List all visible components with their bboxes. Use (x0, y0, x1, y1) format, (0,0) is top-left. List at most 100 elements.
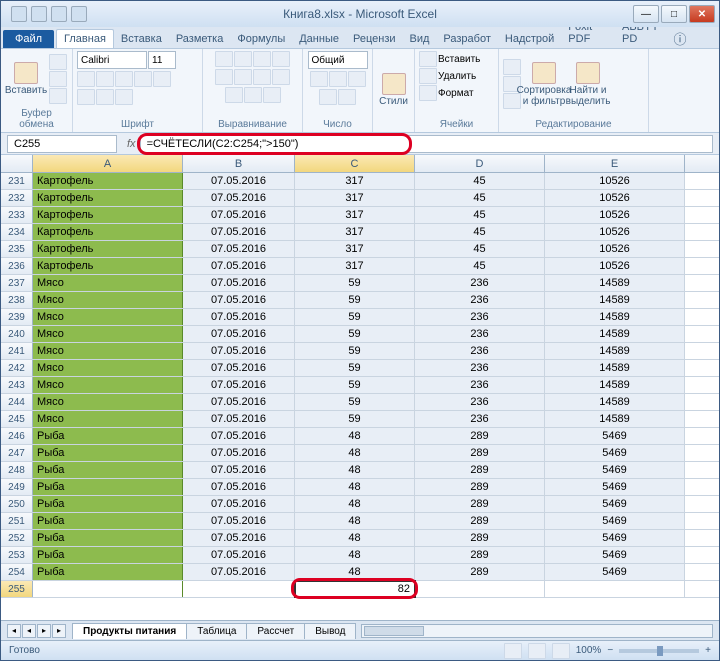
indent-decrease-icon[interactable] (225, 87, 243, 103)
cell[interactable]: 59 (295, 343, 415, 359)
cell[interactable]: 289 (415, 462, 545, 478)
cell[interactable]: Рыба (33, 428, 183, 444)
cell[interactable]: 236 (415, 360, 545, 376)
row-header[interactable]: 232 (1, 190, 33, 206)
sheet-tab-calc[interactable]: Рассчет (246, 623, 305, 639)
cell[interactable]: 14589 (545, 326, 685, 342)
cell[interactable]: 07.05.2016 (183, 224, 295, 240)
cell[interactable]: 14589 (545, 343, 685, 359)
cell[interactable]: 14589 (545, 411, 685, 427)
cell[interactable]: 59 (295, 275, 415, 291)
cell[interactable]: 236 (415, 377, 545, 393)
cell[interactable]: 289 (415, 496, 545, 512)
row-header[interactable]: 255 (1, 581, 33, 597)
cell[interactable] (183, 581, 295, 597)
cell[interactable]: 236 (415, 292, 545, 308)
view-normal-icon[interactable] (504, 643, 522, 659)
scrollbar-thumb[interactable] (364, 626, 424, 636)
align-left-icon[interactable] (215, 69, 233, 85)
cell[interactable]: 59 (295, 394, 415, 410)
cell[interactable]: 10526 (545, 173, 685, 189)
maximize-button[interactable]: □ (661, 5, 687, 23)
wrap-text-icon[interactable] (272, 69, 290, 85)
cell[interactable]: 5469 (545, 479, 685, 495)
copy-icon[interactable] (49, 71, 67, 87)
cell[interactable]: 45 (415, 190, 545, 206)
merge-icon[interactable] (263, 87, 281, 103)
tab-developer[interactable]: Разработ (436, 30, 497, 48)
row-header[interactable]: 245 (1, 411, 33, 427)
cell[interactable]: 5469 (545, 513, 685, 529)
cell[interactable]: 289 (415, 513, 545, 529)
cell[interactable]: 07.05.2016 (183, 326, 295, 342)
cell[interactable]: 07.05.2016 (183, 275, 295, 291)
tab-layout[interactable]: Разметка (169, 30, 231, 48)
row-header[interactable]: 236 (1, 258, 33, 274)
cell[interactable]: 07.05.2016 (183, 173, 295, 189)
cell[interactable]: 10526 (545, 241, 685, 257)
cell[interactable]: 236 (415, 309, 545, 325)
cell[interactable]: 07.05.2016 (183, 190, 295, 206)
align-right-icon[interactable] (253, 69, 271, 85)
cell[interactable]: Мясо (33, 411, 183, 427)
cell[interactable]: 14589 (545, 309, 685, 325)
fill-color-icon[interactable] (96, 89, 114, 105)
cell[interactable]: 07.05.2016 (183, 343, 295, 359)
cell[interactable]: 317 (295, 190, 415, 206)
tab-formulas[interactable]: Формулы (230, 30, 292, 48)
cell[interactable]: 10526 (545, 207, 685, 223)
cell[interactable]: 48 (295, 530, 415, 546)
cell[interactable]: 59 (295, 292, 415, 308)
row-header[interactable]: 251 (1, 513, 33, 529)
cell[interactable]: 45 (415, 173, 545, 189)
cell[interactable]: 236 (415, 326, 545, 342)
find-select-button[interactable]: Найти и выделить (567, 60, 609, 109)
cell[interactable]: 07.05.2016 (183, 394, 295, 410)
select-all-corner[interactable] (1, 155, 33, 172)
redo-icon[interactable] (71, 6, 87, 22)
cell[interactable]: 289 (415, 445, 545, 461)
view-layout-icon[interactable] (528, 643, 546, 659)
cell[interactable]: 5469 (545, 530, 685, 546)
cell[interactable]: 5469 (545, 564, 685, 580)
paste-button[interactable]: Вставить (5, 60, 47, 98)
cell[interactable]: 14589 (545, 377, 685, 393)
active-cell[interactable]: 82 (295, 581, 415, 597)
cell[interactable]: 07.05.2016 (183, 360, 295, 376)
grow-font-icon[interactable] (134, 71, 152, 87)
zoom-in-button[interactable]: + (705, 645, 711, 656)
tab-home[interactable]: Главная (56, 29, 114, 48)
zoom-out-button[interactable]: − (607, 645, 613, 656)
spreadsheet-grid[interactable]: 231Картофель07.05.20163174510526232Карто… (1, 173, 719, 620)
autosum-icon[interactable] (503, 59, 521, 75)
decrease-decimal-icon[interactable] (338, 89, 356, 105)
row-header[interactable]: 235 (1, 241, 33, 257)
cell[interactable]: Рыба (33, 530, 183, 546)
cell[interactable]: 289 (415, 428, 545, 444)
col-header-d[interactable]: D (415, 155, 545, 172)
row-header[interactable]: 233 (1, 207, 33, 223)
cell[interactable]: 236 (415, 411, 545, 427)
row-header[interactable]: 234 (1, 224, 33, 240)
align-top-icon[interactable] (215, 51, 233, 67)
row-header[interactable]: 248 (1, 462, 33, 478)
cell[interactable]: 5469 (545, 445, 685, 461)
row-header[interactable]: 250 (1, 496, 33, 512)
cell[interactable]: 10526 (545, 258, 685, 274)
indent-increase-icon[interactable] (244, 87, 262, 103)
cell[interactable]: 45 (415, 258, 545, 274)
increase-decimal-icon[interactable] (319, 89, 337, 105)
fx-label[interactable]: fx (127, 138, 136, 150)
cell[interactable]: 07.05.2016 (183, 547, 295, 563)
row-header[interactable]: 254 (1, 564, 33, 580)
cell[interactable]: 59 (295, 309, 415, 325)
cell[interactable]: Мясо (33, 394, 183, 410)
cell[interactable]: 289 (415, 530, 545, 546)
row-header[interactable]: 243 (1, 377, 33, 393)
cell[interactable] (33, 581, 183, 597)
border-icon[interactable] (77, 89, 95, 105)
cell[interactable]: 48 (295, 462, 415, 478)
col-header-e[interactable]: E (545, 155, 685, 172)
cell[interactable]: Рыба (33, 564, 183, 580)
close-button[interactable]: ✕ (689, 5, 715, 23)
